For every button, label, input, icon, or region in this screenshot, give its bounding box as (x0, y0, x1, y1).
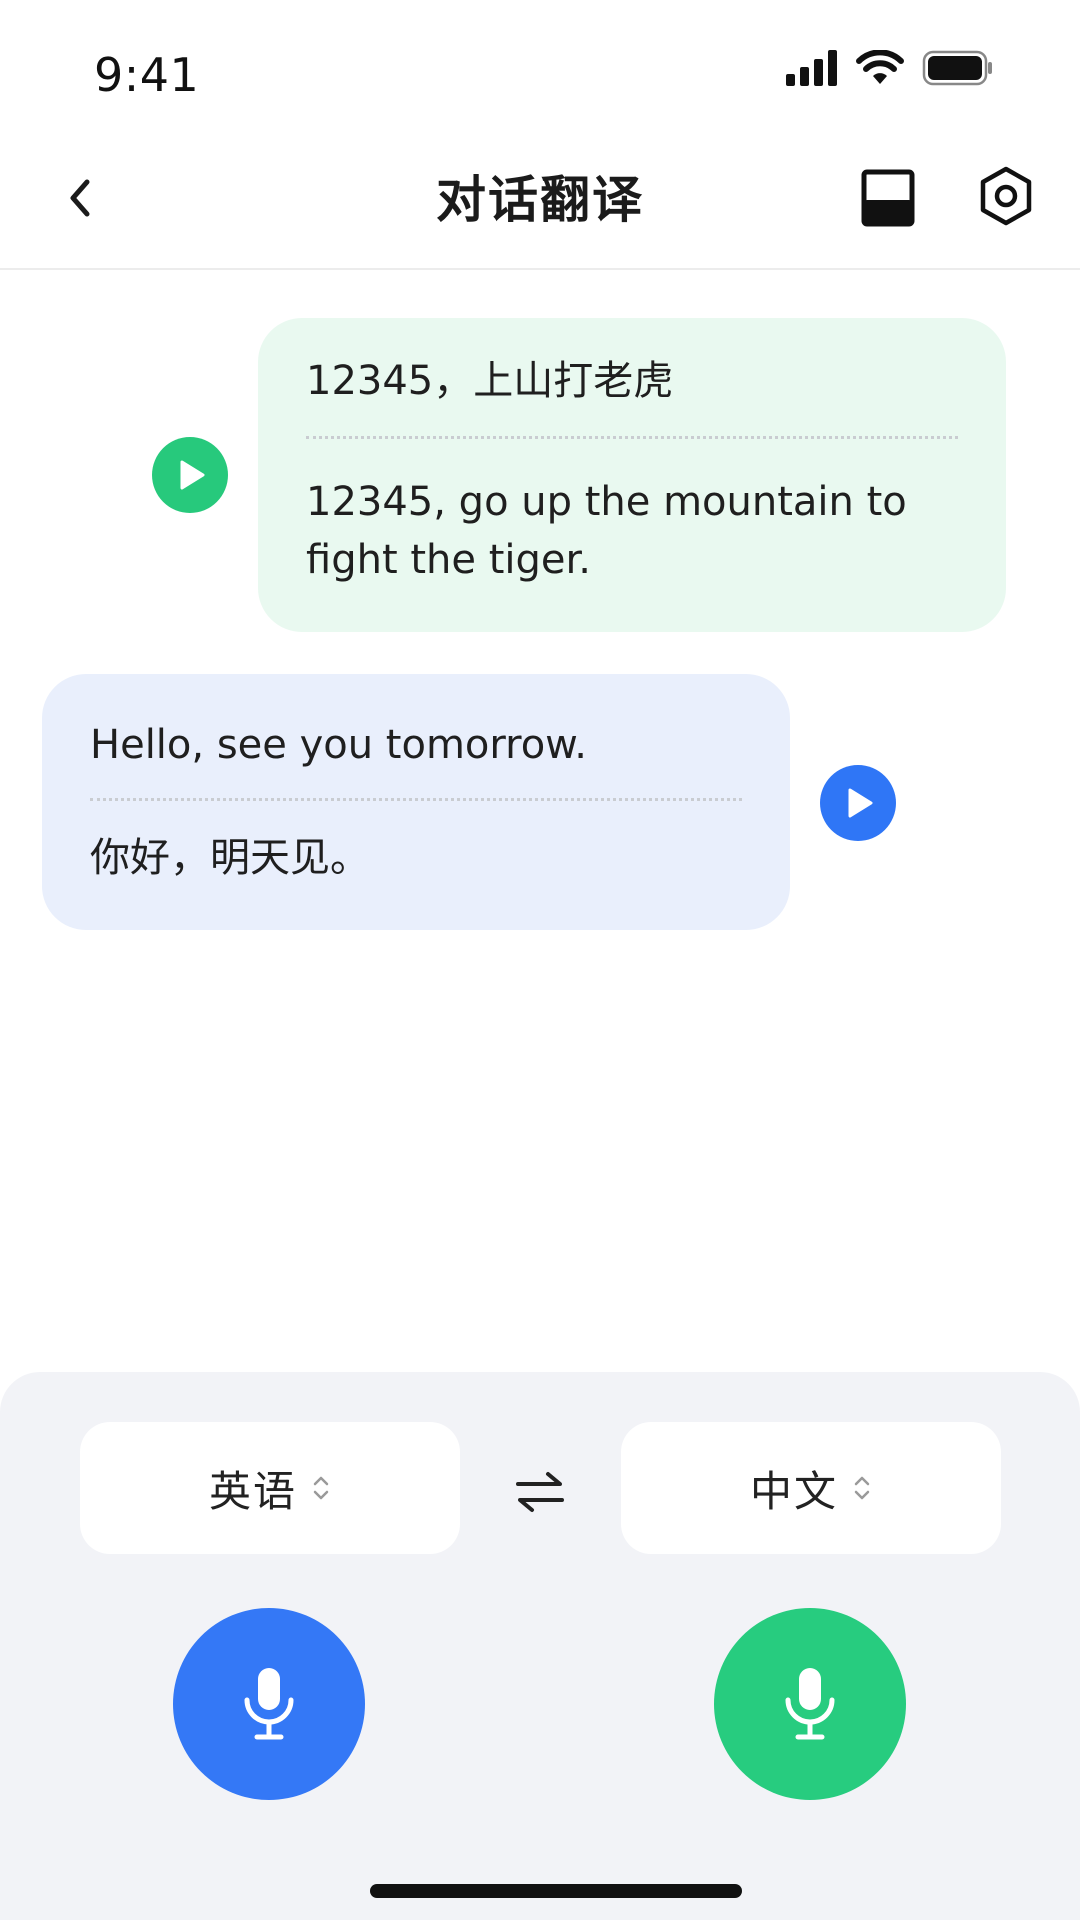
updown-chevron-icon (313, 1476, 329, 1500)
swap-arrows-icon (516, 1472, 564, 1512)
message-translation: 12345, go up the mountain to fight the t… (306, 439, 958, 589)
updown-chevron-icon (854, 1476, 870, 1500)
swap-languages-button[interactable] (510, 1462, 570, 1522)
input-panel: 英语 中文 (0, 1372, 1080, 1920)
split-layout-icon (861, 169, 915, 227)
message-original: 12345，上山打老虎 (306, 358, 674, 404)
settings-hex-icon (980, 166, 1032, 226)
source-language-select[interactable]: 英语 (80, 1422, 460, 1554)
play-button-message-1[interactable] (152, 437, 228, 513)
play-icon (180, 460, 205, 490)
signal-icon (786, 50, 837, 86)
app-header: 对话翻译 (0, 130, 1080, 270)
play-button-message-2[interactable] (820, 765, 896, 841)
conversation-translate-screen: 9:41 对话翻译 12345，上山打老虎 12345, go up the m… (0, 0, 1080, 1920)
settings-button[interactable] (976, 164, 1036, 228)
target-language-select[interactable]: 中文 (621, 1422, 1001, 1554)
battery-icon (922, 50, 992, 86)
translation-line: fight the tiger. (306, 537, 591, 583)
message-bubble-1[interactable]: 12345，上山打老虎 12345, go up the mountain to… (258, 318, 1006, 632)
target-language-label: 中文 (749, 1466, 838, 1516)
home-indicator[interactable] (370, 1884, 742, 1898)
status-icons (786, 50, 994, 86)
status-time: 9:41 (94, 48, 200, 102)
wifi-icon (856, 50, 904, 84)
microphone-icon (785, 1668, 835, 1740)
play-icon (848, 788, 873, 818)
message-translation: 你好，明天见。 (90, 835, 370, 881)
translation-line: 12345, go up the mountain to (306, 479, 907, 525)
split-layout-button[interactable] (860, 166, 916, 230)
microphone-icon (244, 1668, 294, 1740)
mic-button-english[interactable] (173, 1608, 365, 1800)
source-language-label: 英语 (208, 1466, 297, 1516)
message-original: Hello, see you tomorrow. (90, 722, 587, 768)
status-bar: 9:41 (0, 0, 1080, 130)
page-title: 对话翻译 (436, 171, 644, 229)
mic-button-chinese[interactable] (714, 1608, 906, 1800)
message-bubble-2[interactable]: Hello, see you tomorrow. 你好，明天见。 (42, 674, 790, 930)
